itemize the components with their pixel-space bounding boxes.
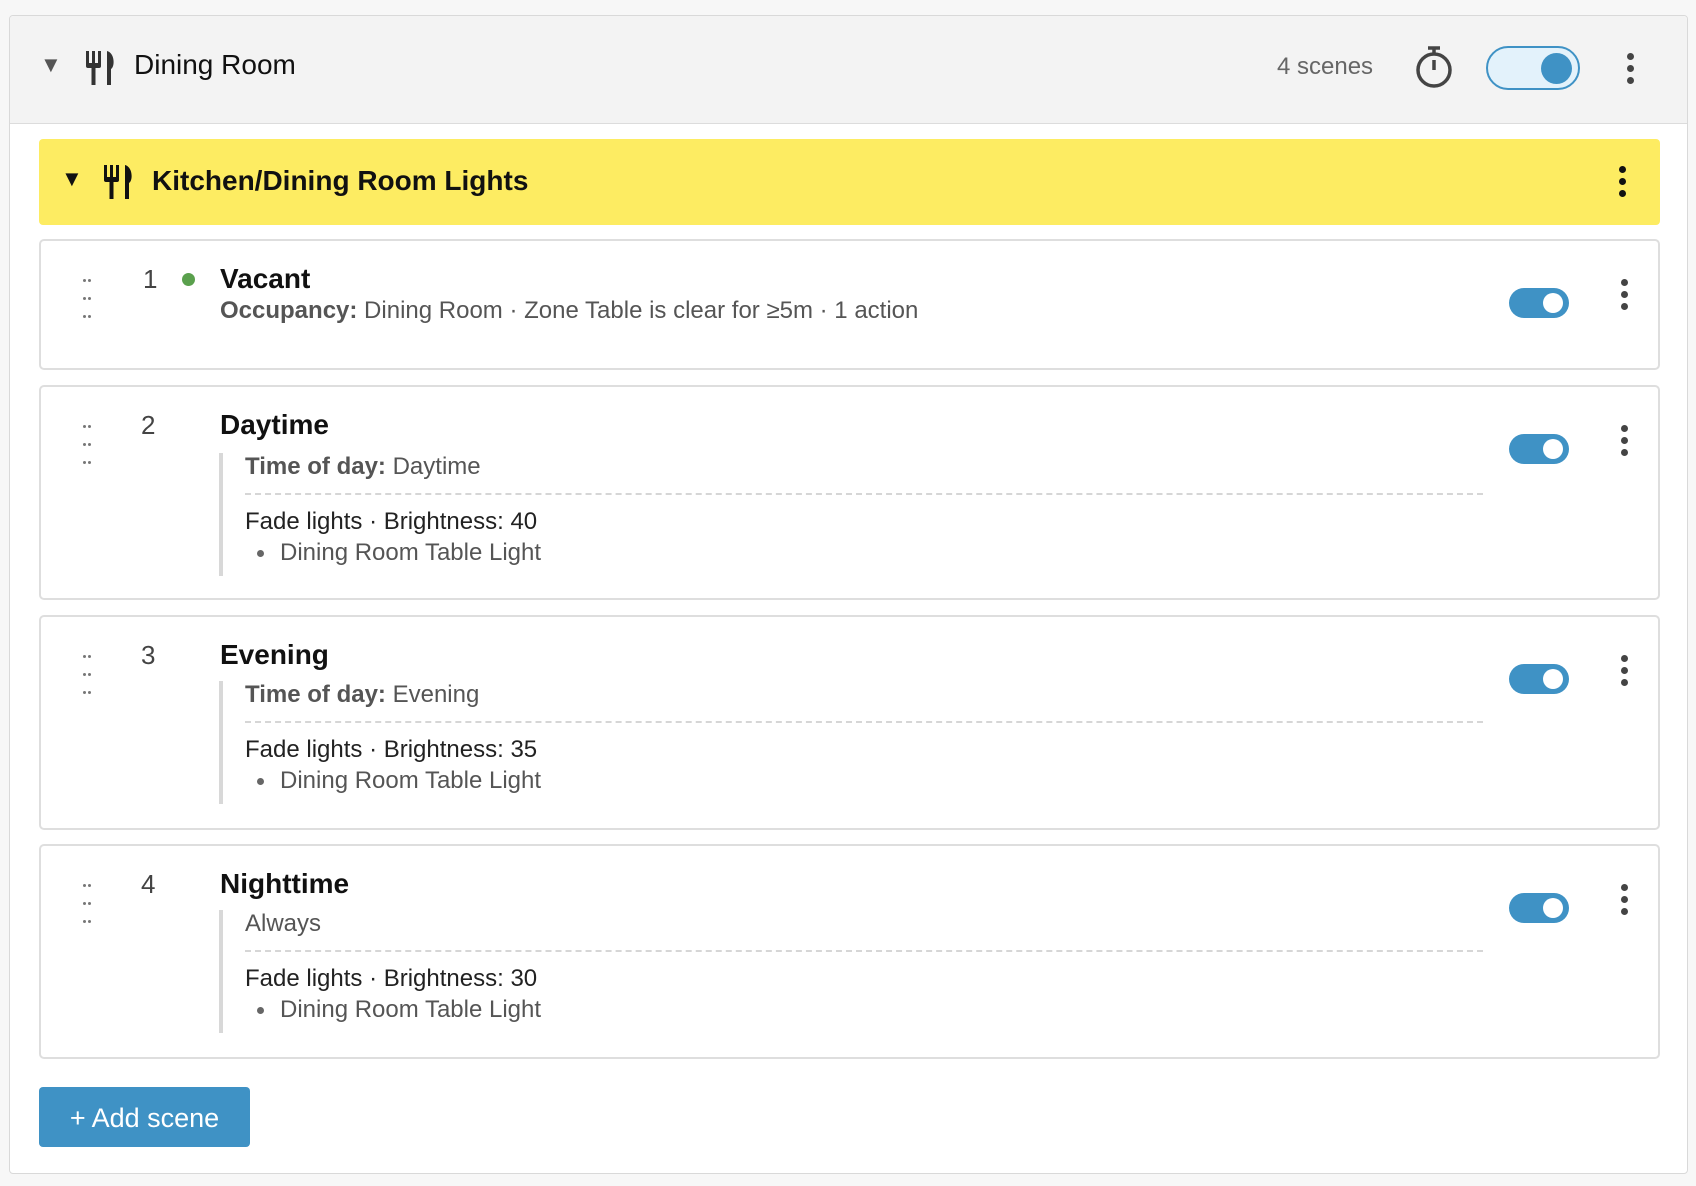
condition-value: Daytime [385,453,481,480]
active-status-dot [182,273,195,286]
scene-name: Daytime [220,409,329,440]
detail-bar [219,681,223,804]
scene-action: Fade lights · Brightness: 35 [245,736,538,763]
scene-card[interactable]: 1 Vacant Occupancy: Dining Room · Zone T… [39,239,1660,370]
scene-index: 3 [141,640,156,670]
scene-condition: Time of day: Daytime [245,453,481,481]
group-title: Kitchen/Dining Room Lights [152,165,529,196]
condition-label: Time of day: [245,453,386,480]
scene-kebab-menu-icon[interactable] [1621,655,1631,691]
room-enabled-toggle[interactable] [1486,46,1580,90]
scene-condition: Time of day: Evening [245,681,479,709]
divider [245,721,1483,723]
scene-enabled-toggle[interactable] [1509,893,1569,923]
toggle-knob [1543,439,1563,459]
drag-handle-icon[interactable] [83,417,95,471]
action-target: Dining Room Table Light [257,767,541,795]
target-name: Dining Room Table Light [280,996,542,1023]
group-kebab-menu-icon[interactable] [1619,166,1629,202]
condition-value: Dining Room · Zone Table is clear for ≥5… [357,297,919,324]
scene-index: 4 [141,869,156,899]
drag-handle-icon[interactable] [83,647,95,701]
scene-kebab-menu-icon[interactable] [1621,425,1631,461]
scene-index: 1 [143,264,158,294]
add-scene-button[interactable]: + Add scene [39,1087,250,1147]
target-name: Dining Room Table Light [280,767,542,794]
scene-card[interactable]: 2 Daytime Time of day: Daytime Fade ligh… [39,385,1660,600]
scene-name: Vacant [220,263,311,294]
group-header[interactable]: ▼ Kitchen/Dining Room Lights [39,139,1660,225]
scene-action: Fade lights · Brightness: 30 [245,965,538,992]
collapse-triangle-icon[interactable]: ▼ [40,52,62,78]
scene-enabled-toggle[interactable] [1509,288,1569,318]
scene-index: 2 [141,410,156,440]
scene-enabled-toggle[interactable] [1509,664,1569,694]
detail-bar [219,453,223,576]
scene-card[interactable]: 4 Nighttime Always Fade lights · Brightn… [39,844,1660,1059]
fork-knife-icon [86,51,114,85]
toggle-knob [1541,53,1572,84]
action-target: Dining Room Table Light [257,539,541,567]
detail-bar [219,910,223,1033]
bullet-dot [257,778,264,786]
scene-count: 4 scenes [1277,53,1374,80]
scene-enabled-toggle[interactable] [1509,434,1569,464]
toggle-knob [1543,669,1563,689]
scene-name: Evening [220,639,329,670]
condition-value: Evening [385,681,480,708]
target-name: Dining Room Table Light [280,539,542,566]
toggle-knob [1543,898,1563,918]
divider [245,493,1483,495]
room-header[interactable]: ▼ Dining Room 4 scenes [10,16,1687,124]
scene-condition: Occupancy: Dining Room · Zone Table is c… [220,297,918,325]
scene-condition: Always [245,910,322,937]
drag-handle-icon[interactable] [83,271,95,325]
toggle-knob [1543,293,1563,313]
divider [245,950,1483,952]
bullet-dot [257,550,264,558]
scene-kebab-menu-icon[interactable] [1621,279,1631,315]
scene-action: Fade lights · Brightness: 40 [245,508,538,535]
bullet-dot [257,1007,264,1015]
collapse-triangle-icon[interactable]: ▼ [61,166,83,192]
room-kebab-menu-icon[interactable] [1627,53,1637,89]
room-title: Dining Room [134,49,296,80]
action-target: Dining Room Table Light [257,996,541,1024]
condition-label: Time of day: [245,681,386,708]
scene-name: Nighttime [220,868,350,899]
scene-card[interactable]: 3 Evening Time of day: Evening Fade ligh… [39,615,1660,830]
condition-label: Occupancy: [220,297,358,324]
room-panel: ▼ Dining Room 4 scenes ▼ Kitchen/Dining … [9,15,1688,1174]
fork-knife-icon [104,165,132,199]
stopwatch-icon[interactable] [1413,44,1455,90]
drag-handle-icon[interactable] [83,876,95,930]
scene-kebab-menu-icon[interactable] [1621,884,1631,920]
